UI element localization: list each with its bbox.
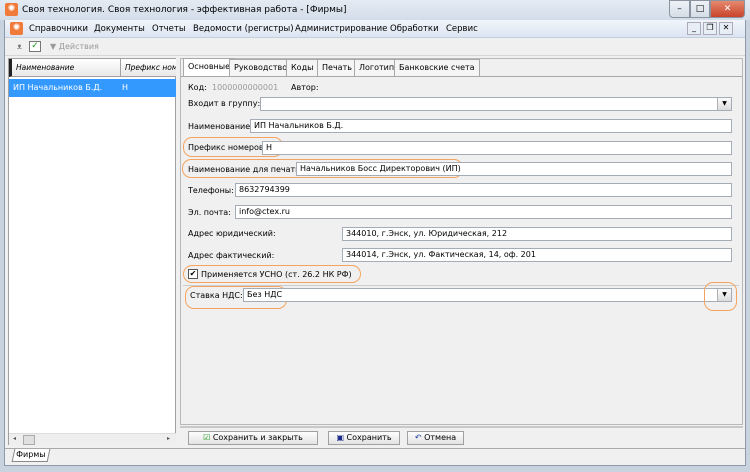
mdi-restore-button[interactable]: ❐ (703, 22, 717, 35)
mdi-close-button[interactable]: ✕ (719, 22, 733, 35)
save-button[interactable]: ▣ Сохранить (328, 431, 400, 445)
chevron-down-icon[interactable]: ▼ (717, 98, 731, 110)
mdi-minimize-button[interactable]: _ (687, 22, 701, 35)
vat-value: Без НДС (247, 290, 283, 299)
author-label: Автор: (291, 83, 319, 92)
menu-reports[interactable]: Отчеты (152, 24, 186, 34)
prefix-label: Префикс номеров: (188, 143, 267, 152)
window-title: Своя технология. Своя технология - эффек… (22, 5, 347, 15)
menu-registers[interactable]: Ведомости (регистры) (193, 24, 294, 34)
actual-address-label: Адрес фактический: (188, 251, 275, 260)
window-tab-bar: Фирмы (5, 448, 745, 465)
print-name-input[interactable]: Начальников Босс Директорович (ИП) (296, 162, 732, 176)
usno-label[interactable]: Применяется УСНО (ст. 26.2 НК РФ) (201, 270, 352, 279)
save-close-icon: ☑ (203, 433, 211, 442)
firm-form: Основные Руководство Коды Печать Логотип… (180, 58, 743, 425)
tab-print[interactable]: Печать (317, 59, 357, 76)
name-input[interactable]: ИП Начальников Б.Д. (250, 119, 732, 133)
vat-select[interactable]: Без НДС ▼ (243, 288, 732, 302)
tab-logo[interactable]: Логотип (354, 59, 400, 76)
email-input[interactable]: info@ctex.ru (235, 205, 732, 219)
menu-documents[interactable]: Документы (94, 24, 145, 34)
menu-references[interactable]: Справочники (29, 24, 88, 34)
firms-list: Наименование Префикс номе ИП Начальников… (8, 58, 176, 445)
cancel-button[interactable]: ↶ Отмена (407, 431, 464, 445)
actions-label: Действия (58, 42, 99, 51)
code-label: Код: (188, 83, 207, 92)
app-logo-icon: ✺ (5, 3, 18, 16)
legal-address-label: Адрес юридический: (188, 229, 276, 238)
floppy-icon: ▣ (336, 433, 344, 442)
menu-bar: ✺ Справочники Документы Отчеты Ведомости… (5, 20, 745, 38)
legal-address-input[interactable]: 344010, г.Энск, ул. Юридическая, 212 (342, 227, 732, 241)
close-button[interactable]: ✕ (710, 0, 745, 18)
save-close-label: Сохранить и закрыть (212, 433, 303, 442)
window-tab-firms[interactable]: Фирмы (11, 449, 51, 462)
table-row[interactable]: ИП Начальников Б.Д. Н (9, 79, 176, 97)
prefix-input[interactable]: Н (262, 141, 732, 155)
minimize-button[interactable]: – (669, 0, 690, 18)
undo-icon: ↶ (414, 433, 422, 442)
maximize-button[interactable]: □ (690, 0, 710, 18)
title-bar: ✺ Своя технология. Своя технология - эфф… (0, 0, 750, 20)
menu-service[interactable]: Сервис (446, 24, 478, 34)
select-check-icon[interactable]: ✓ (29, 41, 41, 52)
print-name-label: Наименование для печати: (188, 165, 304, 174)
group-label: Входит в группу: (188, 99, 261, 108)
vat-label: Ставка НДС: (190, 291, 243, 300)
tab-bank-accounts[interactable]: Банковские счета (394, 59, 480, 76)
usno-checkbox[interactable]: ✔ (188, 269, 198, 279)
tab-main[interactable]: Основные (183, 58, 236, 77)
window-tab-label: Фирмы (16, 450, 46, 459)
scrollbar-thumb[interactable] (23, 435, 35, 445)
binoculars-icon[interactable]: ᴥ (17, 42, 22, 51)
tab-management[interactable]: Руководство (229, 59, 293, 76)
column-header-name[interactable]: Наименование (9, 59, 121, 77)
menu-processing[interactable]: Обработки (390, 24, 439, 34)
scroll-right-icon[interactable]: ▸ (167, 435, 170, 442)
phones-input[interactable]: 8632794399 (235, 183, 732, 197)
horizontal-scrollbar[interactable]: ◂ ▸ (9, 433, 176, 445)
name-label: Наименование: (188, 122, 253, 131)
save-close-button[interactable]: ☑ Сохранить и закрыть (188, 431, 318, 445)
email-label: Эл. почта: (188, 208, 231, 217)
row-prefix: Н (122, 83, 129, 92)
column-header-prefix[interactable]: Префикс номе (121, 59, 176, 77)
cancel-label: Отмена (424, 433, 457, 442)
toolbar: ᴥ ✓ ▼ Действия (5, 39, 745, 56)
menu-administration[interactable]: Администрирование (295, 24, 387, 34)
phones-label: Телефоны: (188, 186, 234, 195)
actual-address-input[interactable]: 344014, г.Энск, ул. Фактическая, 14, оф.… (342, 248, 732, 262)
actions-menu[interactable]: ▼ Действия (50, 42, 99, 51)
save-label: Сохранить (346, 433, 392, 442)
highlight-vat-dropdown (704, 282, 737, 311)
group-select[interactable]: ▼ (260, 97, 732, 111)
tab-codes[interactable]: Коды (286, 59, 319, 76)
mdi-logo-icon[interactable]: ✺ (10, 22, 23, 35)
code-value: 1000000000001 (212, 83, 279, 92)
row-name: ИП Начальников Б.Д. (13, 83, 103, 92)
scroll-left-icon[interactable]: ◂ (13, 435, 16, 442)
